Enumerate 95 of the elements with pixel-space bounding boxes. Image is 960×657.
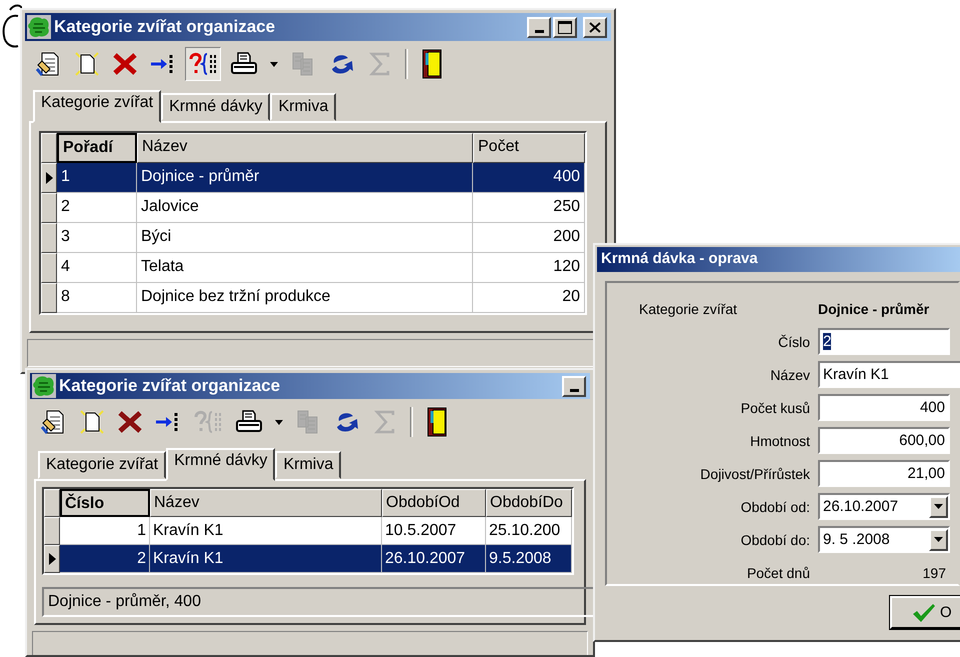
tab[interactable]: Krmiva <box>275 451 342 479</box>
delete-icon <box>117 409 143 435</box>
window-title: Kategorie zvířat organizace <box>59 376 280 396</box>
table-cell: 9.5.2008 <box>486 545 572 573</box>
dropdown-button[interactable] <box>929 496 948 518</box>
table-cell: 8 <box>57 283 137 313</box>
column-header[interactable]: Pořadí <box>57 133 137 163</box>
table-cell: Telata <box>137 253 473 283</box>
table-cell: Dojnice bez tržní produkce <box>137 283 473 313</box>
input-field[interactable]: 2 <box>818 328 950 355</box>
field-label: Období od: <box>740 498 810 514</box>
day-count: 197 <box>922 564 946 580</box>
table-cell: 3 <box>57 223 137 253</box>
caret-icon <box>934 537 943 542</box>
check-icon <box>912 602 936 622</box>
query-tool-button[interactable] <box>185 47 221 81</box>
row-indicator[interactable] <box>44 545 60 573</box>
table-cell: 26.10.2007 <box>382 545 486 573</box>
field-label: Období do: <box>740 532 810 548</box>
printer-icon <box>230 51 258 77</box>
tab[interactable]: Kategorie zvířat <box>38 451 166 479</box>
row-indicator[interactable] <box>41 223 57 253</box>
category-value: Dojnice - průměr <box>818 300 930 316</box>
row-indicator[interactable] <box>44 517 60 545</box>
tab[interactable]: Krmiva <box>270 93 336 121</box>
printer-icon <box>235 409 263 435</box>
row-indicator[interactable] <box>41 253 57 283</box>
window-title: Kategorie zvířat organizace <box>54 17 276 37</box>
row-indicator[interactable] <box>41 163 57 193</box>
input-field[interactable]: 600,00 <box>818 427 950 454</box>
current-row-icon <box>48 553 56 565</box>
input-field[interactable]: 400 <box>818 394 950 421</box>
table-cell: 200 <box>473 223 585 253</box>
field-label: Hmotnost <box>749 432 810 448</box>
field-label: Kategorie zvířat <box>638 300 738 316</box>
ok-button[interactable]: O <box>890 596 960 629</box>
input-field[interactable]: Kravín K1 <box>818 361 960 388</box>
field-label: Číslo <box>777 334 810 350</box>
caret-icon <box>270 62 278 66</box>
column-header[interactable]: Počet <box>473 133 585 163</box>
query-icon <box>193 409 223 435</box>
table-cell: 120 <box>473 253 585 283</box>
field-label: Název <box>769 366 810 382</box>
field-label: Počet kusů <box>740 400 810 416</box>
tab[interactable]: Krmné dávky <box>166 448 276 481</box>
column-header[interactable]: Číslo <box>60 489 150 517</box>
close-icon <box>589 22 601 32</box>
table-cell: Kravín K1 <box>150 517 382 545</box>
column-header[interactable]: Název <box>150 489 382 517</box>
field-label: Počet dnů <box>746 564 810 580</box>
row-indicator[interactable] <box>41 283 57 313</box>
table-cell: Jalovice <box>137 193 473 223</box>
table-cell: 20 <box>473 283 585 313</box>
door-icon <box>426 407 448 437</box>
tab[interactable]: Kategorie zvířat <box>33 90 162 123</box>
maximize-button[interactable] <box>553 16 577 38</box>
app-icon <box>32 374 56 398</box>
table-cell: 400 <box>473 163 585 193</box>
new-page-icon <box>79 409 105 435</box>
caret-icon <box>934 504 943 509</box>
table-cell: 25.10.200 <box>486 517 572 545</box>
minimize-button[interactable] <box>562 376 586 396</box>
table-cell: Býci <box>137 223 473 253</box>
table-cell: 2 <box>60 545 150 573</box>
delete-icon <box>112 51 138 77</box>
row-indicator[interactable] <box>41 193 57 223</box>
column-header[interactable]: ObdobíOd <box>382 489 486 517</box>
info-field: Dojnice - průměr, 400 <box>42 587 593 617</box>
table-cell: Kravín K1 <box>150 545 382 573</box>
dropdown-button[interactable] <box>929 528 948 550</box>
table-cell: Dojnice - průměr <box>137 163 473 193</box>
close-button[interactable] <box>583 16 607 38</box>
input-field[interactable]: 21,00 <box>818 460 950 487</box>
table-cell: 10.5.2007 <box>382 517 486 545</box>
tab[interactable]: Krmné dávky <box>161 93 270 121</box>
caret-icon <box>275 420 283 424</box>
column-header[interactable]: Název <box>137 133 473 163</box>
sigma-icon <box>368 51 392 77</box>
field-label: Dojivost/Přírůstek <box>699 466 810 482</box>
app-icon <box>27 15 51 39</box>
table-cell: 2 <box>57 193 137 223</box>
table-cell: 4 <box>57 253 137 283</box>
door-icon <box>421 49 443 79</box>
query-icon <box>188 51 218 77</box>
date-field[interactable]: 9. 5 .2008 <box>818 526 950 553</box>
current-row-icon <box>46 172 52 184</box>
minimize-button[interactable] <box>527 16 551 38</box>
sigma-icon <box>373 409 397 435</box>
column-header[interactable]: ObdobíDo <box>486 489 572 517</box>
dialog-title: Krmná dávka - oprava <box>597 247 960 272</box>
table-cell: 250 <box>473 193 585 223</box>
date-field[interactable]: 26.10.2007 <box>818 493 950 520</box>
new-page-icon <box>74 51 100 77</box>
table-cell: 1 <box>60 517 150 545</box>
table-cell: 1 <box>57 163 137 193</box>
